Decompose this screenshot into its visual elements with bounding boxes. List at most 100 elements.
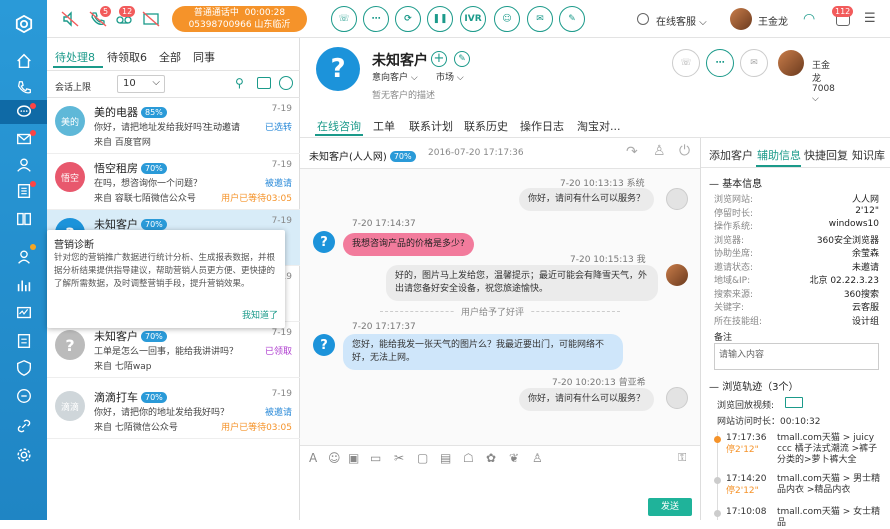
hangup-button[interactable]: ☏ [331,6,357,32]
send-button[interactable]: 发送 [648,498,692,516]
image-icon[interactable]: ▣ [348,451,359,465]
call-status-box: 普通通话中 00:00:28 05398700966 山东临沂 [172,6,307,32]
call-button[interactable]: ☏ [672,49,700,77]
tab-aux-info[interactable]: 辅助信息 [757,147,801,163]
tab-all[interactable]: 全部 [159,49,181,65]
info-row: 浏览器: 360安全浏览器 [714,233,879,246]
consult-button[interactable]: ⋯ [363,6,389,32]
info-key: 浏览器: [714,235,745,246]
conversation-date: 7-19 [271,160,292,170]
folder-icon[interactable]: ▢ [417,451,428,465]
pause-button[interactable]: ❚❚ [427,6,453,32]
transfer-button[interactable]: ⟳ [395,6,421,32]
msg-bubble: 你好，请问有什么可以服务？ [519,188,655,211]
conversation-item[interactable]: 美的 美的电器 85% 7-19 你好，请把地址发给我好吗？ 来自 百度官网 主动邀请 已选转 [47,98,300,154]
edit-icon[interactable]: ✎ [454,51,470,67]
shield-icon[interactable] [11,357,36,379]
conversation-date: 7-19 [271,328,292,338]
conversation-name: 未知客户 70% [94,328,167,344]
search-icon[interactable]: ⚲ [235,76,244,90]
add-icon[interactable]: + [431,51,447,67]
tab-quick-reply[interactable]: 快捷回复 [804,147,848,163]
info-row: 所在技能组: 设计组 [714,314,879,327]
conversation-item[interactable]: ? 未知客户 70% 7-19 工单是怎么一回事，能给我讲讲吗？ 来自 七陌wap 已领取 [47,322,300,378]
message-input[interactable] [305,468,695,496]
message-icon[interactable] [11,385,36,407]
doc-icon[interactable]: ▤ [440,451,451,465]
agent-label[interactable]: 王金龙7008 ⌵ [812,58,835,104]
tab-knowledge[interactable]: 知识库 [852,147,885,163]
track-time: 17:10:08 [726,507,767,517]
track-page[interactable]: tmall.com天猫 > 女士精品 [777,507,885,529]
tab-contact-plan[interactable]: 联系计划 [409,118,453,134]
emoji-icon[interactable]: ☺ [328,451,341,465]
tab-add-customer[interactable]: 添加客户 [709,147,753,163]
tag-button[interactable]: ✎ [559,6,585,32]
video-icon[interactable]: ▭ [370,451,381,465]
scissors-icon[interactable]: ✂ [394,451,404,465]
screen-off-icon[interactable] [140,9,162,29]
tab-operation-log[interactable]: 操作日志 [520,118,564,134]
lock-icon[interactable]: ⚿ [678,451,686,465]
leaf-icon[interactable]: ❦ [509,451,519,465]
customer-msg-avatar: ? [313,334,335,356]
contacts-icon[interactable] [11,154,36,176]
menu-icon[interactable]: ☰ [864,11,876,26]
agent-status[interactable]: 在线客服 ⌵ [656,13,707,28]
book-icon[interactable] [11,208,36,230]
customer-msg-avatar: ? [313,231,335,253]
video-replay-icon[interactable] [785,397,803,408]
mute-icon[interactable] [59,9,81,29]
settings-icon[interactable] [11,444,36,466]
info-value: 设计组 [851,316,879,327]
tab-colleagues[interactable]: 同事 [193,49,215,65]
chat-button[interactable]: ⋯ [706,49,734,77]
user-icon[interactable]: ♙ [532,451,543,465]
tag-intent[interactable]: 意向客户 ⌵ [372,70,418,83]
email-button[interactable]: ✉ [740,49,768,77]
track-page[interactable]: tmall.com天猫 > 男士精品内衣 >精品内衣 [777,474,885,496]
agent-avatar[interactable] [730,8,752,30]
invite-icon[interactable]: ♙ [653,143,666,159]
track-page[interactable]: tmall.com天猫 > juicy ccc 橘子法式潮流 >裤子分类的>萝卜… [777,433,885,466]
gift-icon[interactable]: ✿ [486,451,496,465]
msg-bubble: 您好，能给我发一张天气的图片么？我最近要出门，可能网络不好，无法上网。 [343,334,623,370]
notify-badge: 112 [832,6,854,17]
note-input[interactable]: 请输入内容 [714,343,879,370]
power-icon[interactable]: ⏻ [679,143,690,159]
chat-icon[interactable] [0,100,47,124]
conversation-status: 被邀请 [264,179,292,189]
robot-icon[interactable] [279,76,293,90]
font-icon[interactable]: A [309,451,317,465]
share-icon[interactable]: ↷ [626,144,638,160]
conversation-name: 美的电器 85% [94,104,167,120]
popup-ack-button[interactable]: 我知道了 [242,308,278,321]
home-icon[interactable] [11,50,36,72]
info-row: 邀请状态: 未邀请 [714,260,879,273]
limit-select[interactable]: 10 ⌵ [117,75,165,93]
match-badge: 70% [141,219,167,230]
tab-ticket[interactable]: 工单 [373,118,395,134]
tag-market[interactable]: 市场 ⌵ [436,70,464,83]
sms-button[interactable]: ✉ [527,6,553,32]
tab-to-claim[interactable]: 待领取6 [107,49,147,65]
tab-taobao[interactable]: 淘宝对... [577,118,621,134]
tab-online-consult[interactable]: 在线咨询 [317,118,361,134]
link-icon[interactable] [11,415,36,437]
rating-notice: 用户给予了好评 [455,305,531,318]
info-value: 云客服 [851,303,879,313]
call-timer: 00:00:28 [244,8,286,18]
report-icon[interactable] [11,274,36,296]
phone-icon[interactable] [11,77,36,99]
tab-pending[interactable]: 待处理8 [55,49,95,65]
monitor-icon[interactable] [11,302,36,324]
ivr-button[interactable]: IVR [460,6,486,32]
info-value: 未邀请 [851,262,879,273]
conversation-item[interactable]: 滴滴 滴滴打车 70% 7-19 你好，请把你的地址发给我好吗？ 来自 七陌微信公众号 被邀… [47,383,300,439]
satisfaction-button[interactable]: ☺ [494,6,520,32]
tab-contact-history[interactable]: 联系历史 [464,118,508,134]
robot-tool-icon[interactable]: ☖ [463,451,474,465]
conversation-item[interactable]: 悟空 悟空租房 70% 7-19 在吗，想咨询你一个问题？ 来自 容联七陌微信公众号 被邀请… [47,154,300,210]
new-chat-icon[interactable] [257,77,271,89]
doc-icon[interactable] [11,330,36,352]
